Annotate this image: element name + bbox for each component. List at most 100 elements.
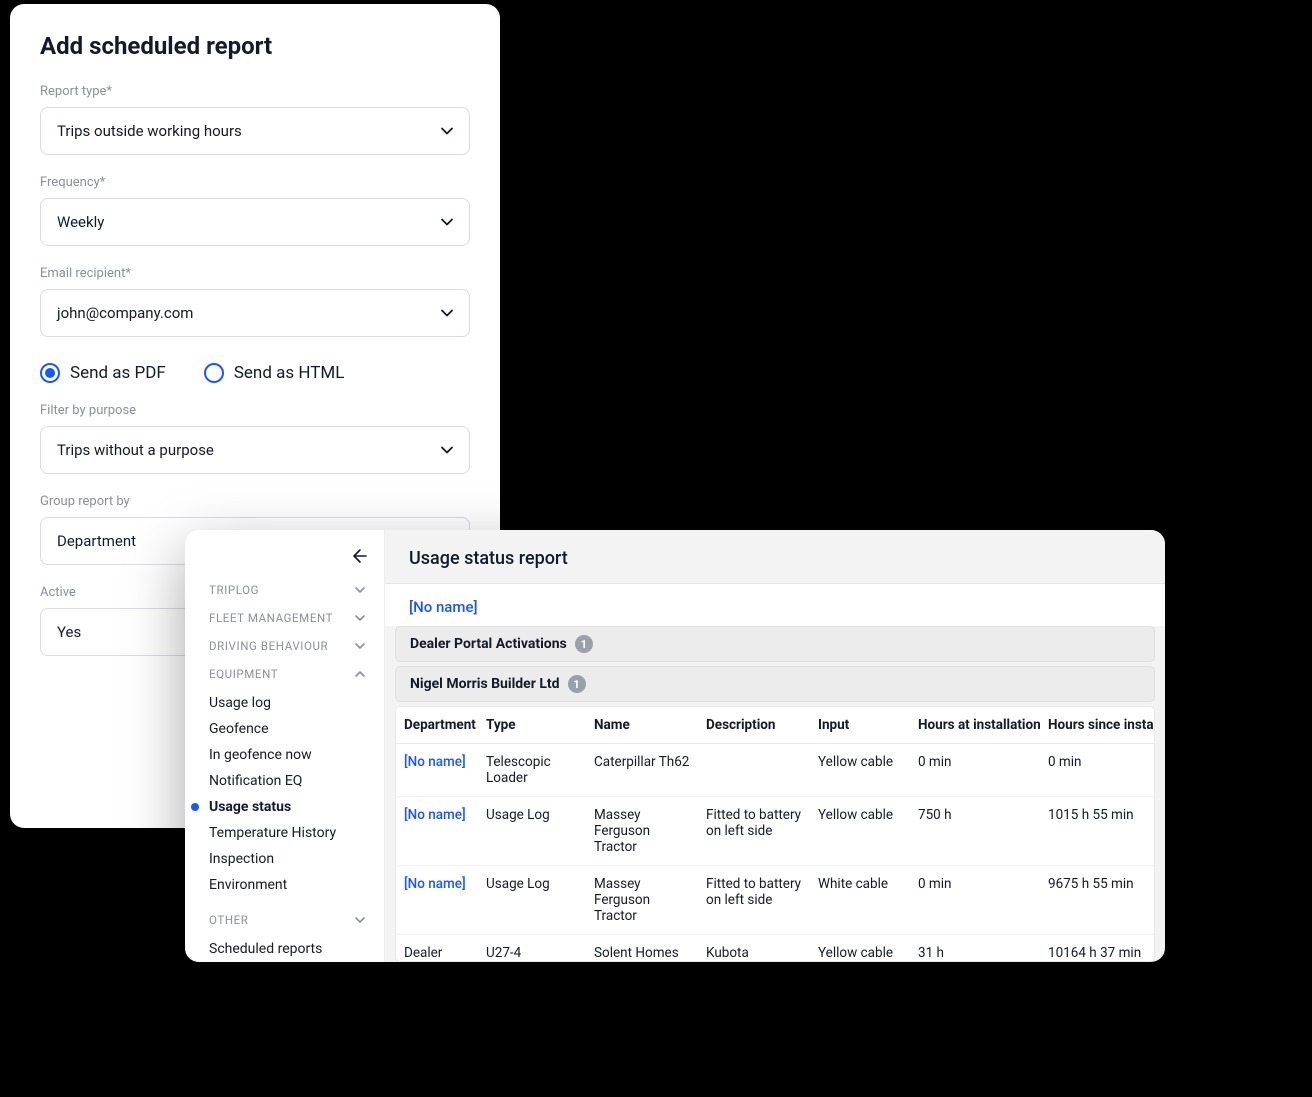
cell-type: Usage Log	[478, 797, 586, 866]
label-frequency: Frequency*	[40, 175, 470, 190]
sidebar-equipment-items: Usage log Geofence In geofence now Notif…	[185, 688, 384, 906]
email-recipient-select[interactable]: john@company.com	[40, 289, 470, 337]
sidebar-section-label: FLEET MANAGEMENT	[209, 611, 333, 625]
radio-send-as-html[interactable]: Send as HTML	[204, 363, 345, 383]
cell-type: U27-4	[478, 935, 586, 963]
report-table-wrap: Department Type Name Description Input H…	[395, 706, 1155, 962]
sidebar-item-notification-eq[interactable]: Notification EQ	[185, 768, 384, 794]
cell-name: Massey Ferguson Tractor	[586, 866, 698, 935]
group-name: Dealer Portal Activations	[410, 636, 567, 652]
group-header-dealer-portal[interactable]: Dealer Portal Activations 1	[395, 626, 1155, 662]
group-name: Nigel Morris Builder Ltd	[410, 676, 560, 692]
email-recipient-value: john@company.com	[57, 304, 193, 322]
sidebar-item-scheduled-reports[interactable]: Scheduled reports	[185, 936, 384, 962]
cell-hours-at-install: 31 h	[910, 935, 1040, 963]
cell-input: Yellow cable	[810, 797, 910, 866]
cell-type: Telescopic Loader	[478, 744, 586, 797]
sidebar-section-label: DRIVING BEHAVIOUR	[209, 639, 328, 653]
sidebar-section-triplog[interactable]: TRIPLOG	[185, 576, 384, 604]
cell-description: Kubota	[698, 935, 810, 963]
report-type-value: Trips outside working hours	[57, 122, 242, 140]
frequency-select[interactable]: Weekly	[40, 198, 470, 246]
sidebar-section-label: OTHER	[209, 913, 248, 927]
sidebar-section-driving[interactable]: DRIVING BEHAVIOUR	[185, 632, 384, 660]
report-content: Usage status report [No name] Dealer Por…	[385, 530, 1165, 962]
col-name[interactable]: Name	[586, 707, 698, 744]
cell-input: White cable	[810, 866, 910, 935]
col-input[interactable]: Input	[810, 707, 910, 744]
cell-description	[698, 744, 810, 797]
active-value: Yes	[57, 623, 81, 641]
sidebar: TRIPLOG FLEET MANAGEMENT DRIVING BEHAVIO…	[185, 530, 385, 962]
cell-department: Dealer Portal	[396, 935, 478, 963]
chevron-down-icon	[439, 214, 455, 230]
cell-hours-at-install: 0 min	[910, 744, 1040, 797]
group-header-nigel-morris[interactable]: Nigel Morris Builder Ltd 1	[395, 666, 1155, 702]
cell-department-link[interactable]: [No name]	[396, 866, 478, 935]
sidebar-section-label: TRIPLOG	[209, 583, 259, 597]
filter-purpose-select[interactable]: Trips without a purpose	[40, 426, 470, 474]
table-row: [No name] Telescopic Loader Caterpillar …	[396, 744, 1155, 797]
back-arrow-icon[interactable]	[348, 546, 368, 566]
label-report-type: Report type*	[40, 84, 470, 99]
report-top-link[interactable]: [No name]	[385, 584, 1165, 626]
table-row: [No name] Usage Log Massey Ferguson Trac…	[396, 866, 1155, 935]
cell-name: Solent Homes	[586, 935, 698, 963]
sidebar-item-temperature-history[interactable]: Temperature History	[185, 820, 384, 846]
col-type[interactable]: Type	[478, 707, 586, 744]
cell-name: Caterpillar Th62	[586, 744, 698, 797]
table-header-row: Department Type Name Description Input H…	[396, 707, 1155, 744]
cell-hours-since-install: 0 min	[1040, 744, 1155, 797]
group-by-value: Department	[57, 532, 136, 550]
table-row: [No name] Usage Log Massey Ferguson Trac…	[396, 797, 1155, 866]
label-filter-purpose: Filter by purpose	[40, 403, 470, 418]
sidebar-section-label: EQUIPMENT	[209, 667, 278, 681]
col-hours-at-install[interactable]: Hours at installation	[910, 707, 1040, 744]
filter-purpose-value: Trips without a purpose	[57, 441, 214, 459]
chevron-down-icon	[354, 640, 366, 652]
col-department[interactable]: Department	[396, 707, 478, 744]
chevron-down-icon	[354, 914, 366, 926]
cell-hours-since-install: 9675 h 55 min	[1040, 866, 1155, 935]
chevron-down-icon	[354, 584, 366, 596]
sidebar-section-fleet[interactable]: FLEET MANAGEMENT	[185, 604, 384, 632]
cell-description: Fitted to battery on left side	[698, 866, 810, 935]
sidebar-item-usage-status[interactable]: Usage status	[185, 794, 384, 820]
col-hours-since-install[interactable]: Hours since install	[1040, 707, 1155, 744]
report-viewer-panel: TRIPLOG FLEET MANAGEMENT DRIVING BEHAVIO…	[185, 530, 1165, 962]
chevron-down-icon	[354, 612, 366, 624]
radio-checked-icon	[40, 363, 60, 383]
sidebar-item-inspection[interactable]: Inspection	[185, 846, 384, 872]
sidebar-item-environment[interactable]: Environment	[185, 872, 384, 898]
sidebar-section-other[interactable]: OTHER	[185, 906, 384, 934]
panel-title: Add scheduled report	[40, 32, 470, 60]
sidebar-item-in-geofence-now[interactable]: In geofence now	[185, 742, 384, 768]
label-group-by: Group report by	[40, 494, 470, 509]
radio-html-label: Send as HTML	[234, 363, 345, 383]
chevron-up-icon	[354, 668, 366, 680]
radio-pdf-label: Send as PDF	[70, 363, 166, 383]
sidebar-section-equipment[interactable]: EQUIPMENT	[185, 660, 384, 688]
chevron-down-icon	[439, 305, 455, 321]
cell-hours-at-install: 750 h	[910, 797, 1040, 866]
sidebar-other-items: Scheduled reports	[185, 934, 384, 962]
cell-type: Usage Log	[478, 866, 586, 935]
label-email-recipient: Email recipient*	[40, 266, 470, 281]
cell-name: Massey Ferguson Tractor	[586, 797, 698, 866]
radio-send-as-pdf[interactable]: Send as PDF	[40, 363, 166, 383]
cell-department-link[interactable]: [No name]	[396, 744, 478, 797]
col-description[interactable]: Description	[698, 707, 810, 744]
cell-input: Yellow cable	[810, 935, 910, 963]
chevron-down-icon	[439, 442, 455, 458]
report-type-select[interactable]: Trips outside working hours	[40, 107, 470, 155]
format-radio-group: Send as PDF Send as HTML	[40, 363, 470, 383]
frequency-value: Weekly	[57, 213, 104, 231]
group-count-badge: 1	[575, 635, 593, 653]
sidebar-item-usage-log[interactable]: Usage log	[185, 690, 384, 716]
report-title: Usage status report	[409, 548, 1141, 569]
chevron-down-icon	[439, 123, 455, 139]
sidebar-item-geofence[interactable]: Geofence	[185, 716, 384, 742]
cell-input: Yellow cable	[810, 744, 910, 797]
cell-department-link[interactable]: [No name]	[396, 797, 478, 866]
cell-hours-at-install: 0 min	[910, 866, 1040, 935]
